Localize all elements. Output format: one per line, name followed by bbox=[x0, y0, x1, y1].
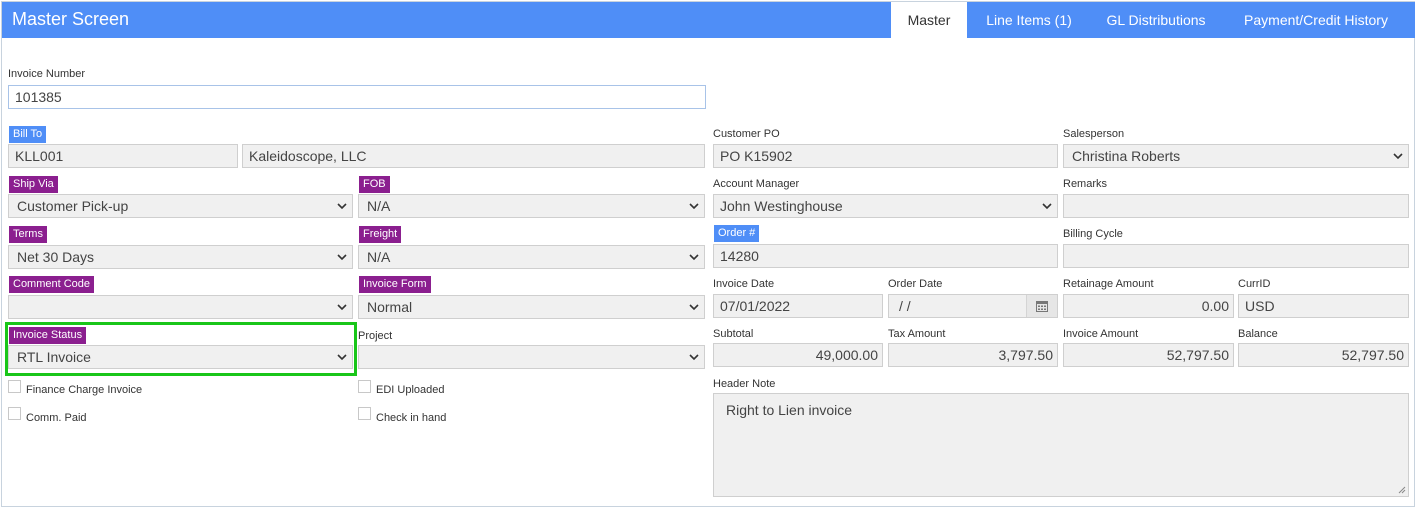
order-date-input[interactable]: / / bbox=[888, 294, 1058, 318]
check-in-hand-checkbox[interactable] bbox=[358, 407, 371, 420]
account-manager-label: Account Manager bbox=[713, 178, 800, 190]
edi-uploaded-label: EDI Uploaded bbox=[376, 384, 445, 396]
order-number-input[interactable]: 14280 bbox=[713, 244, 1058, 268]
invoice-number-label: Invoice Number bbox=[8, 68, 86, 80]
edi-uploaded-checkbox[interactable] bbox=[358, 380, 371, 393]
salesperson-select[interactable]: Christina Roberts bbox=[1063, 144, 1409, 168]
invoice-date-label: Invoice Date bbox=[713, 278, 775, 290]
invoice-form-label: Invoice Form bbox=[359, 276, 431, 293]
header-note-value: Right to Lien invoice bbox=[726, 402, 853, 418]
bill-to-label: Bill To bbox=[9, 126, 47, 143]
curr-id-label: CurrID bbox=[1238, 278, 1271, 290]
tab-master[interactable]: Master bbox=[891, 2, 967, 38]
order-date-label: Order Date bbox=[888, 278, 943, 290]
bill-to-code-input[interactable]: KLL001 bbox=[8, 144, 238, 168]
billing-cycle-label: Billing Cycle bbox=[1063, 228, 1123, 240]
subtotal-input[interactable]: 49,000.00 bbox=[713, 343, 883, 367]
check-in-hand-label: Check in hand bbox=[376, 412, 447, 424]
chevron-down-icon bbox=[337, 203, 347, 210]
comment-code-label: Comment Code bbox=[9, 276, 95, 293]
tab-gl-distributions[interactable]: GL Distributions bbox=[1089, 2, 1223, 38]
salesperson-label: Salesperson bbox=[1063, 128, 1125, 140]
invoice-amount-input[interactable]: 52,797.50 bbox=[1063, 343, 1234, 367]
retainage-amount-input[interactable]: 0.00 bbox=[1063, 294, 1234, 318]
order-number-label: Order # bbox=[714, 225, 760, 242]
freight-label: Freight bbox=[359, 226, 402, 243]
invoice-form-value: Normal bbox=[367, 299, 413, 315]
freight-value: N/A bbox=[367, 249, 391, 265]
balance-label: Balance bbox=[1238, 328, 1278, 340]
finance-charge-label: Finance Charge Invoice bbox=[26, 384, 143, 396]
chevron-down-icon bbox=[689, 203, 699, 210]
chevron-down-icon bbox=[689, 354, 699, 361]
retainage-amount-label: Retainage Amount bbox=[1063, 278, 1154, 290]
salesperson-value: Christina Roberts bbox=[1072, 148, 1181, 164]
page-title: Master Screen bbox=[12, 9, 130, 29]
comm-paid-label: Comm. Paid bbox=[26, 412, 87, 424]
comm-paid-checkbox[interactable] bbox=[8, 407, 21, 420]
calendar-button[interactable] bbox=[1026, 295, 1057, 317]
remarks-input[interactable] bbox=[1063, 194, 1409, 218]
tab-line-items[interactable]: Line Items (1) bbox=[969, 2, 1089, 38]
remarks-label: Remarks bbox=[1063, 178, 1108, 190]
ship-via-value: Customer Pick-up bbox=[17, 198, 129, 214]
invoice-number-input[interactable]: 101385 bbox=[8, 85, 706, 109]
chevron-down-icon bbox=[1393, 153, 1403, 160]
tax-amount-label: Tax Amount bbox=[888, 328, 946, 340]
fob-value: N/A bbox=[367, 198, 391, 214]
fob-select[interactable]: N/A bbox=[358, 194, 705, 218]
balance-input[interactable]: 52,797.50 bbox=[1238, 343, 1409, 367]
chevron-down-icon bbox=[337, 254, 347, 261]
invoice-status-highlight bbox=[5, 322, 357, 376]
customer-po-input[interactable]: PO K15902 bbox=[713, 144, 1058, 168]
invoice-amount-label: Invoice Amount bbox=[1063, 328, 1139, 340]
terms-select[interactable]: Net 30 Days bbox=[8, 245, 353, 269]
ship-via-select[interactable]: Customer Pick-up bbox=[8, 194, 353, 218]
subtotal-label: Subtotal bbox=[713, 328, 754, 340]
chevron-down-icon bbox=[1042, 203, 1052, 210]
header-note-label: Header Note bbox=[713, 378, 776, 390]
header-note-textarea[interactable]: Right to Lien invoice bbox=[713, 393, 1409, 497]
calendar-icon bbox=[1036, 301, 1048, 312]
project-label: Project bbox=[358, 330, 393, 342]
account-manager-select[interactable]: John Westinghouse bbox=[713, 194, 1058, 218]
fob-label: FOB bbox=[359, 176, 390, 193]
tax-amount-input[interactable]: 3,797.50 bbox=[888, 343, 1058, 367]
customer-po-label: Customer PO bbox=[713, 128, 780, 140]
header-bar: Master Screen Master Line Items (1) GL D… bbox=[2, 2, 1415, 38]
order-date-value: / / bbox=[899, 298, 911, 314]
resize-handle-icon[interactable] bbox=[1398, 486, 1406, 494]
terms-label: Terms bbox=[9, 226, 47, 243]
freight-select[interactable]: N/A bbox=[358, 245, 705, 269]
curr-id-input[interactable]: USD bbox=[1238, 294, 1409, 318]
chevron-down-icon bbox=[689, 254, 699, 261]
invoice-form-select[interactable]: Normal bbox=[358, 295, 705, 319]
project-select[interactable] bbox=[358, 345, 705, 369]
account-manager-value: John Westinghouse bbox=[720, 198, 843, 214]
finance-charge-checkbox[interactable] bbox=[8, 380, 21, 393]
ship-via-label: Ship Via bbox=[9, 176, 58, 193]
invoice-date-input[interactable]: 07/01/2022 bbox=[713, 294, 883, 318]
terms-value: Net 30 Days bbox=[17, 249, 95, 265]
bill-to-name-input[interactable]: Kaleidoscope, LLC bbox=[242, 144, 705, 168]
billing-cycle-input[interactable] bbox=[1063, 244, 1409, 268]
tab-payment-credit-history[interactable]: Payment/Credit History bbox=[1223, 2, 1409, 38]
chevron-down-icon bbox=[337, 304, 347, 311]
chevron-down-icon bbox=[689, 304, 699, 311]
comment-code-select[interactable] bbox=[8, 295, 353, 319]
